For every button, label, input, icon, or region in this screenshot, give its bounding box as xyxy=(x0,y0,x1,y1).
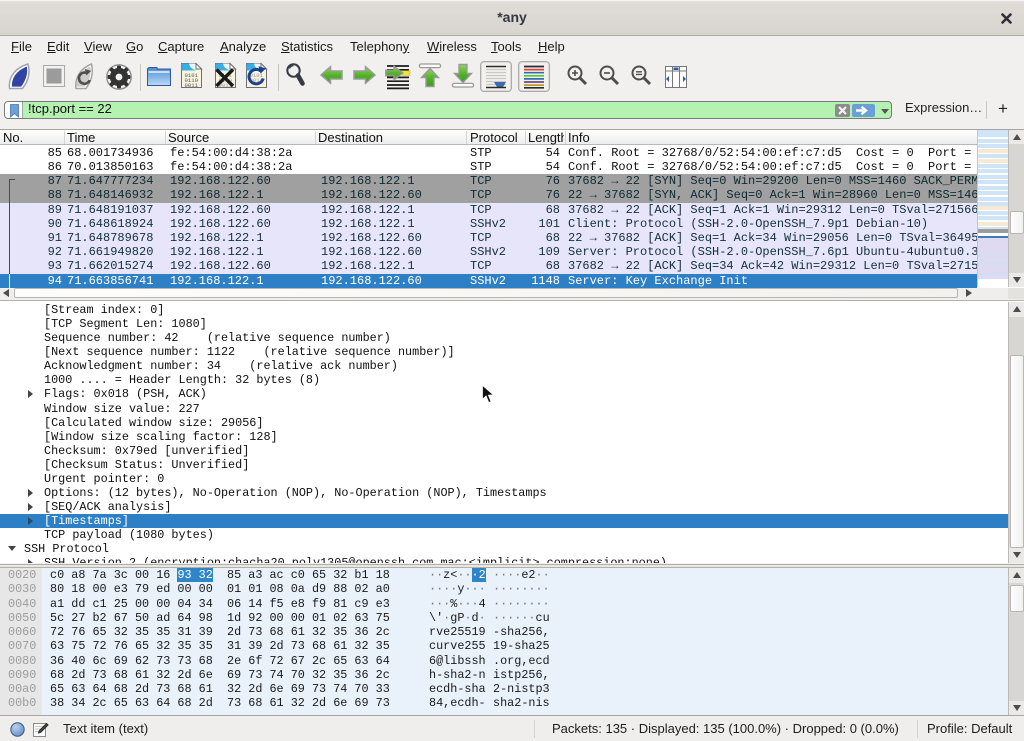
svg-text:0011: 0011 xyxy=(185,82,199,89)
